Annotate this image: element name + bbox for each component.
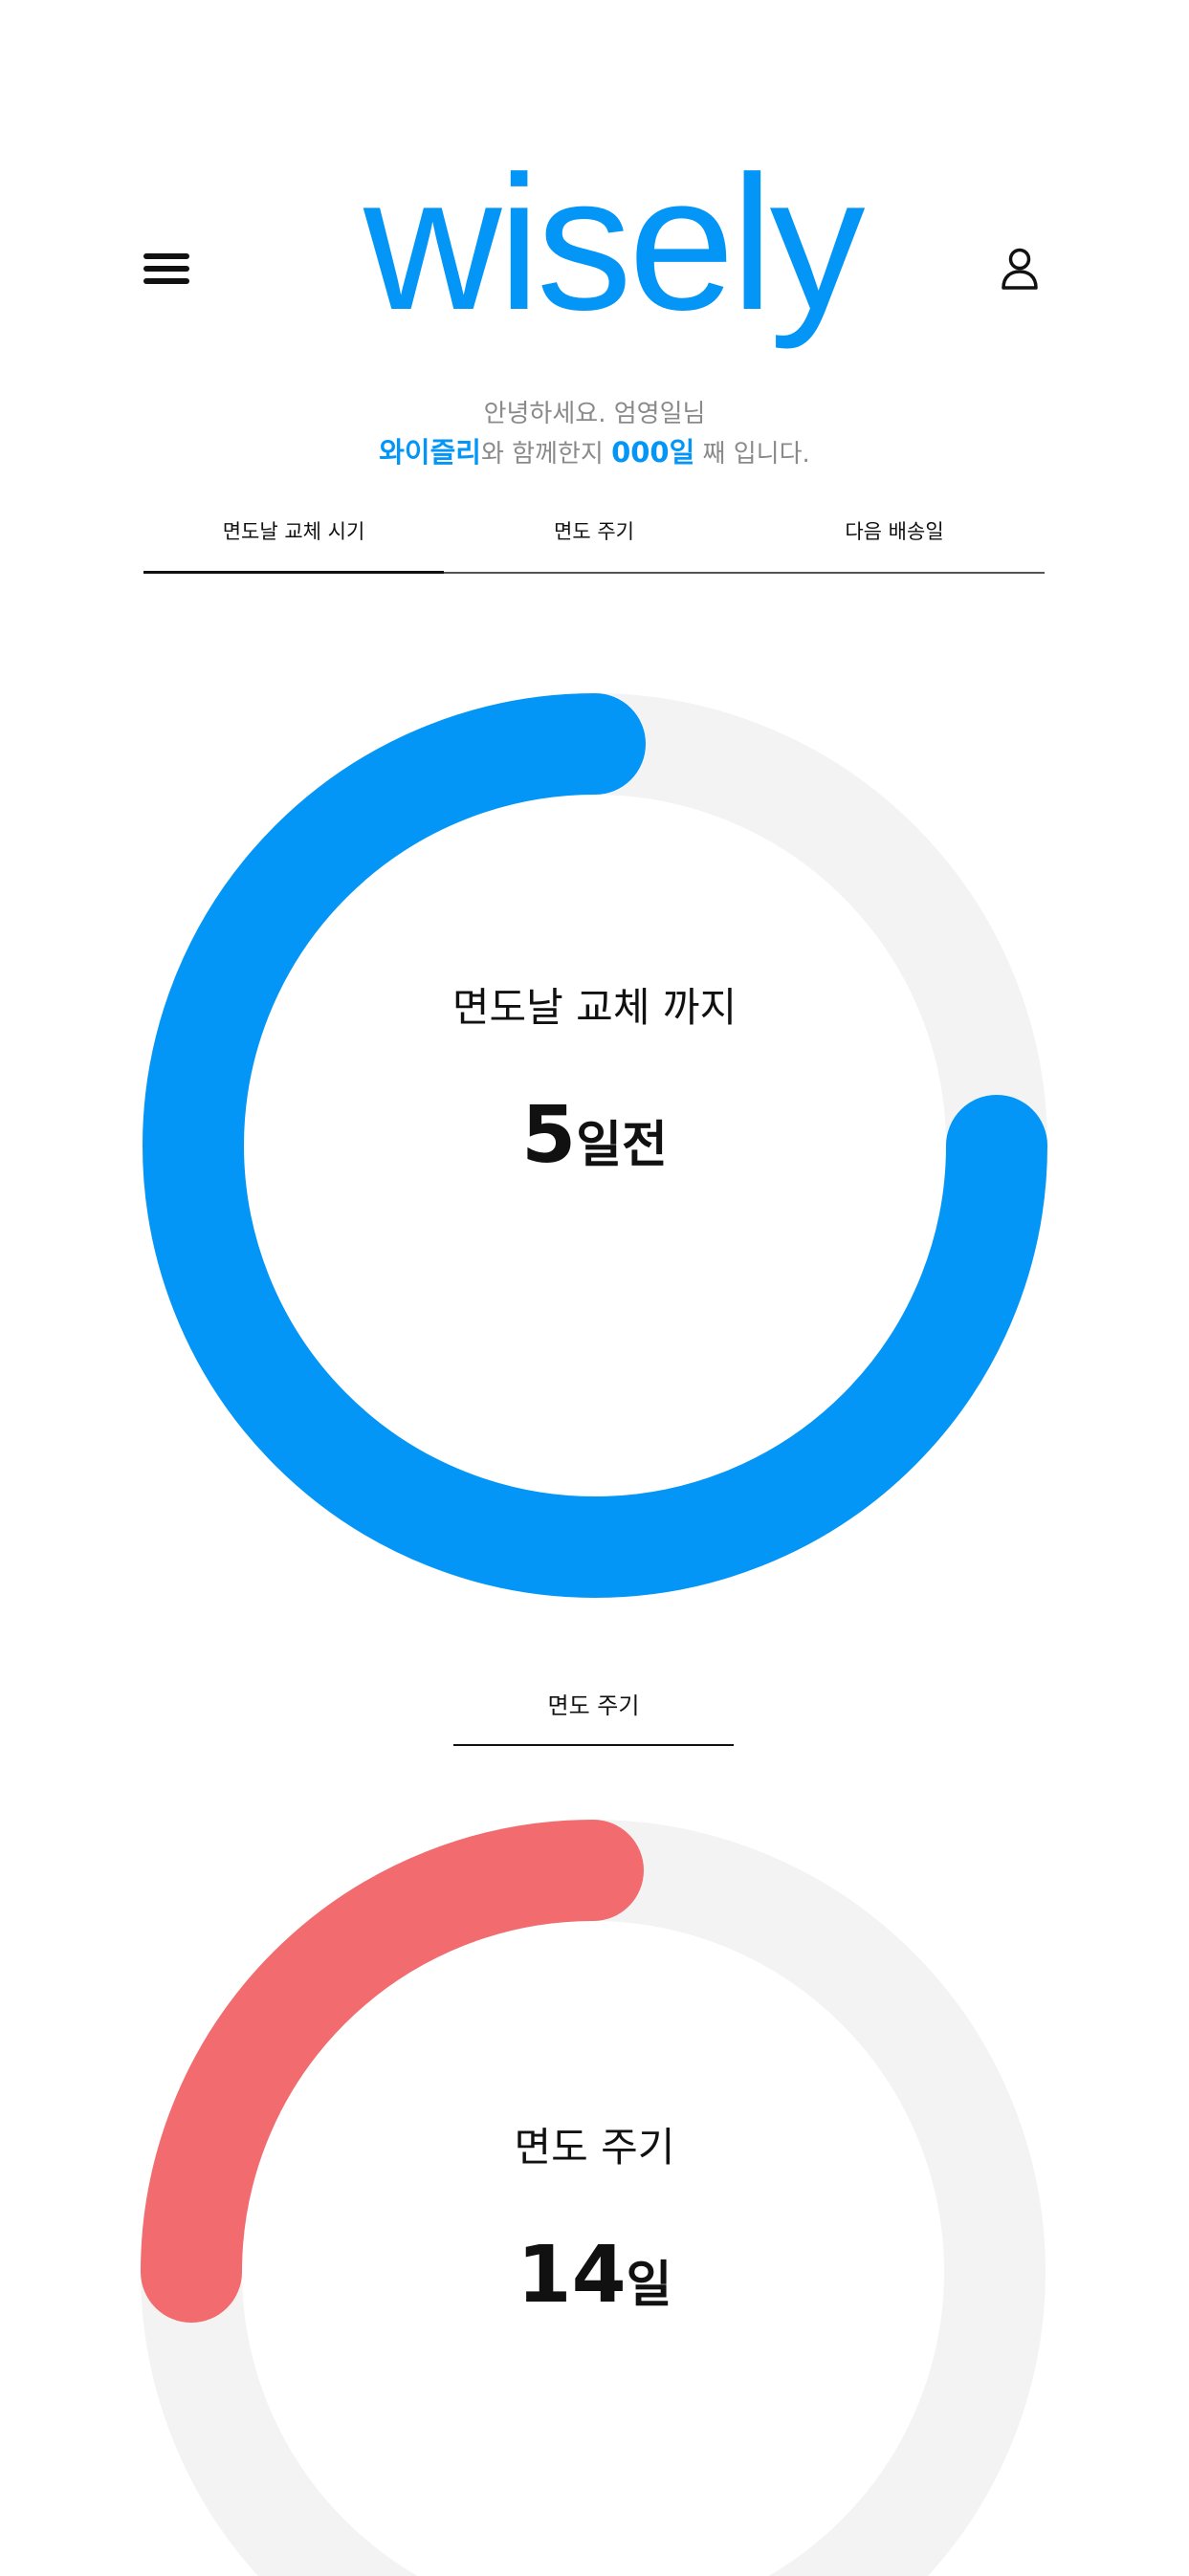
cycle-section-label: 면도 주기 bbox=[453, 1681, 734, 1746]
blade-ring-title: 면도날 교체 까지 bbox=[451, 984, 738, 1031]
cycle-days-unit: 일 bbox=[626, 2257, 672, 2314]
blade-ring-value: 5일전 bbox=[0, 1090, 1189, 1181]
cycle-ring-title: 면도 주기 bbox=[514, 2124, 675, 2171]
blade-days-number: 5 bbox=[521, 1090, 577, 1181]
cycle-days-number: 14 bbox=[517, 2230, 627, 2321]
cycle-ring-value: 14일 bbox=[0, 2230, 1189, 2321]
cycle-ring-progress bbox=[141, 1820, 644, 2323]
blade-days-unit: 일전 bbox=[576, 1117, 668, 1174]
progress-rings bbox=[141, 693, 1047, 2576]
